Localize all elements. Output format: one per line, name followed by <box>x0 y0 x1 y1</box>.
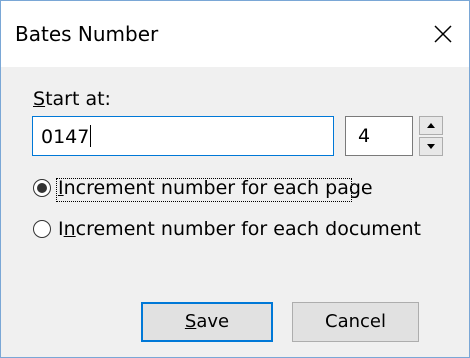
start-number-input[interactable]: 0147 <box>32 116 334 156</box>
close-button[interactable] <box>411 1 469 67</box>
spin-up-button[interactable] <box>419 116 443 135</box>
radio-dot <box>37 183 47 193</box>
radio-button-unselected[interactable] <box>33 220 51 238</box>
dialog-title: Bates Number <box>15 22 159 46</box>
digits-input[interactable]: 4 <box>345 116 413 156</box>
close-icon <box>434 25 452 43</box>
start-at-label-text: tart at: <box>45 88 111 110</box>
bates-number-dialog: Bates Number Start at: 0147 4 Increment … <box>0 0 470 358</box>
cancel-label: Cancel <box>325 311 386 332</box>
save-label: ave <box>196 311 230 332</box>
text-caret <box>90 125 92 147</box>
cancel-button[interactable]: Cancel <box>292 302 419 342</box>
per-page-text: ncrement number for each page <box>63 177 373 199</box>
spin-down-button[interactable] <box>419 137 443 156</box>
radio-button-selected[interactable] <box>33 179 51 197</box>
save-accesskey: S <box>184 311 197 332</box>
chevron-down-icon <box>427 144 435 149</box>
increment-per-document-label: Increment number for each document <box>58 218 421 240</box>
start-number-value: 0147 <box>41 126 90 148</box>
per-document-accesskey: n <box>63 218 76 240</box>
per-document-text: crement number for each document <box>75 218 421 240</box>
start-at-label: Start at: <box>33 88 111 110</box>
increment-per-page-label: Increment number for each page <box>58 177 373 199</box>
start-at-label-accesskey: S <box>33 88 46 110</box>
chevron-up-icon <box>427 123 435 128</box>
digits-value: 4 <box>358 125 371 147</box>
save-button[interactable]: Save <box>141 302 273 342</box>
title-bar: Bates Number <box>1 1 469 67</box>
